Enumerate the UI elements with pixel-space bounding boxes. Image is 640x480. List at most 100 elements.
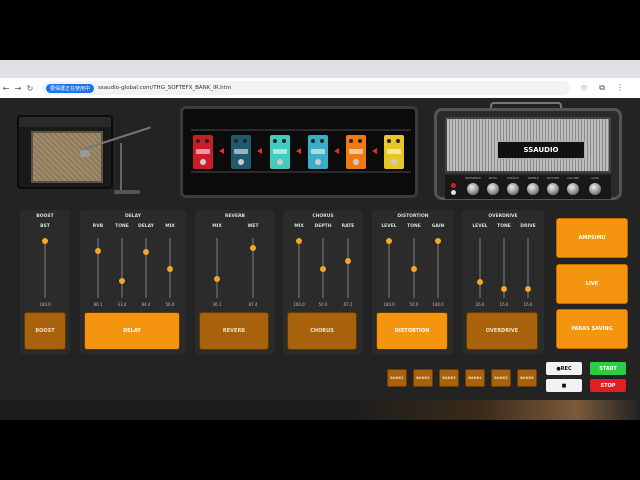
site-info-chip[interactable]: 要保護正在使用中 [46, 83, 95, 93]
pedal-boost[interactable] [193, 135, 213, 169]
slider-thumb[interactable] [525, 286, 531, 293]
bass-knob[interactable] [487, 183, 499, 195]
module-title: OVERDRIVE [488, 214, 518, 219]
forward-icon[interactable]: → [12, 84, 24, 93]
stop-button[interactable]: STOP [590, 379, 626, 392]
slider-value: 16.6 [523, 302, 533, 307]
slider-thumb[interactable] [42, 238, 48, 244]
stop-square-button[interactable]: ■ [546, 379, 582, 392]
bank6-button[interactable]: BANK6 [517, 369, 537, 387]
slider-thumb[interactable] [411, 266, 417, 272]
slider-track[interactable] [44, 238, 46, 298]
reverb-toggle-button[interactable]: REVERB [199, 312, 269, 350]
slider-value: 87.4 [248, 302, 258, 307]
slider-depth[interactable]: DEPTH 50.0 [313, 224, 333, 310]
module-title: BOOST [36, 214, 54, 219]
slider-mix[interactable]: MIX 36.1 [207, 224, 227, 310]
slider-thumb[interactable] [501, 286, 507, 293]
slider-track[interactable] [121, 238, 123, 298]
slider-label: MIX [212, 224, 222, 229]
slider-thumb[interactable] [119, 278, 125, 285]
slider-mix[interactable]: MIX 56.0 [160, 224, 180, 310]
pedal-overdrive[interactable] [384, 135, 404, 169]
gain-knob[interactable] [589, 183, 601, 195]
distortion-toggle-button[interactable]: DISTORTION [376, 312, 448, 350]
slider-track[interactable] [437, 238, 439, 298]
slider-track[interactable] [97, 238, 99, 298]
slider-label: DEPTH [314, 224, 332, 229]
slider-level[interactable]: LEVEL 100.0 [379, 224, 399, 310]
ampsimu-button[interactable]: AMPSIMU [556, 218, 628, 258]
bank3-button[interactable]: BANK3 [439, 369, 459, 387]
master-knob[interactable] [547, 183, 559, 195]
bank1-button[interactable]: BANK1 [387, 369, 407, 387]
reload-icon[interactable]: ↻ [24, 84, 36, 93]
url-input[interactable]: 要保護正在使用中 ssaudio-global.com/THG_SOFTEFX_… [42, 81, 570, 95]
slider-gain[interactable]: GAIN 100.0 [428, 224, 448, 310]
slider-rate[interactable]: RATE 67.2 [338, 224, 358, 310]
slider-thumb[interactable] [214, 276, 220, 283]
paras-saving-button[interactable]: PARAS SAVING [556, 309, 628, 349]
treble-knob[interactable] [527, 183, 539, 195]
slider-thumb[interactable] [345, 257, 351, 264]
star-icon[interactable]: ☆ [578, 83, 590, 93]
delay-toggle-button[interactable]: DELAY [84, 312, 180, 350]
module-reverb: REVERB MIX 36.1 WET 87.4 REVERB [195, 210, 275, 354]
bank5-button[interactable]: BANK5 [491, 369, 511, 387]
module-overdrive: OVERDRIVE LEVEL 26.6 TONE 16.6 DRIVE 16.6 OVERD… [462, 210, 544, 354]
start-button[interactable]: START [590, 362, 626, 375]
slider-thumb[interactable] [167, 266, 173, 272]
slider-label: BST [40, 224, 50, 229]
pedal-distortion[interactable] [346, 135, 366, 169]
bank4-button[interactable]: BANK4 [465, 369, 485, 387]
slider-track[interactable] [216, 238, 218, 298]
pedal-reverb[interactable] [270, 135, 290, 169]
microphone-icon [80, 150, 90, 157]
slider-track[interactable] [388, 238, 390, 298]
volume-knob[interactable] [567, 183, 579, 195]
pedal-delay[interactable] [231, 135, 251, 169]
live-button[interactable]: LIVE [556, 264, 628, 304]
power-light [451, 183, 456, 188]
rec-button[interactable]: ●REC [546, 362, 582, 375]
amp-head: SSAUDIO PRESENCE BASS MIDDLE TREBLE MAST… [434, 108, 622, 200]
slider-thumb[interactable] [386, 238, 392, 244]
slider-tone[interactable]: TONE 16.6 [494, 224, 514, 310]
middle-knob[interactable] [507, 183, 519, 195]
menu-icon[interactable]: ⋮ [614, 83, 626, 93]
module-title: DISTORTION [397, 214, 429, 219]
slider-track[interactable] [145, 238, 147, 298]
slider-track[interactable] [298, 238, 300, 298]
slider-drive[interactable]: DRIVE 16.6 [518, 224, 538, 310]
chorus-toggle-button[interactable]: CHORUS [287, 312, 357, 350]
slider-bst[interactable]: BST 100.0 [35, 224, 55, 310]
amp-knob-label: GAIN [591, 176, 599, 180]
slider-delay[interactable]: DELAY 84.4 [136, 224, 156, 310]
slider-thumb[interactable] [143, 249, 149, 256]
slider-label: MIX [165, 224, 175, 229]
presence-knob[interactable] [467, 183, 479, 195]
slider-level[interactable]: LEVEL 26.6 [470, 224, 490, 310]
slider-thumb[interactable] [477, 279, 483, 286]
slider-thumb[interactable] [250, 244, 256, 251]
module-title: DELAY [125, 214, 141, 219]
back-icon[interactable]: ← [0, 84, 12, 93]
slider-wet[interactable]: WET 87.4 [243, 224, 263, 310]
slider-tone[interactable]: TONE 50.0 [404, 224, 424, 310]
slider-track[interactable] [479, 238, 481, 298]
bank2-button[interactable]: BANK2 [413, 369, 433, 387]
slider-thumb[interactable] [320, 266, 326, 272]
extensions-icon[interactable]: ⧉ [596, 83, 608, 93]
overdrive-toggle-button[interactable]: OVERDRIVE [466, 312, 538, 350]
slider-thumb[interactable] [95, 248, 101, 255]
slider-mix[interactable]: MIX 100.0 [289, 224, 309, 310]
module-title: REVERB [225, 214, 245, 219]
pedal-chorus[interactable] [308, 135, 328, 169]
slider-thumb[interactable] [296, 238, 302, 244]
slider-tone[interactable]: TONE 33.4 [112, 224, 132, 310]
slider-thumb[interactable] [435, 238, 441, 244]
slider-rvb[interactable]: RVB 86.1 [88, 224, 108, 310]
boost-toggle-button[interactable]: BOOST [24, 312, 66, 350]
amp-knob-label: MASTER [546, 176, 560, 180]
slider-track[interactable] [347, 238, 349, 298]
